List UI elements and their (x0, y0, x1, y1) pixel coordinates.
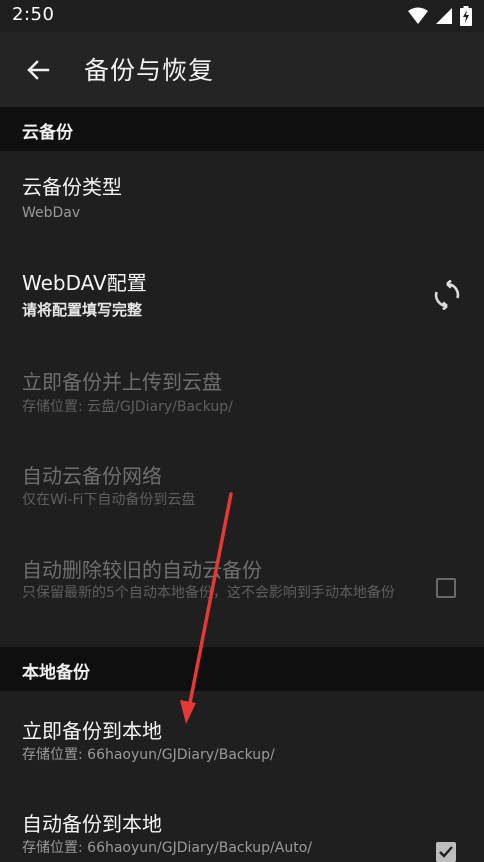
pref-auto-cloud-network: 自动云备份网络 仅在Wi-Fi下自动备份到云盘 (0, 433, 484, 527)
signal-icon (436, 8, 452, 24)
pref-webdav-config-title: WebDAV配置 (22, 271, 147, 295)
battery-charging-icon (460, 6, 472, 26)
pref-auto-delete-cloud: 自动删除较旧的自动云备份 只保留最新的5个自动本地备份，这不会影响到手动本地备份 (0, 527, 484, 647)
sync-icon[interactable] (432, 280, 462, 310)
check-icon (439, 846, 453, 858)
pref-backup-local-title: 立即备份到本地 (22, 719, 162, 743)
wifi-icon (408, 7, 428, 24)
pref-cloud-backup-type[interactable]: 云备份类型 WebDav (0, 151, 484, 245)
pref-backup-local[interactable]: 立即备份到本地 存储位置: 66haoyun/GJDiary/Backup/ (0, 693, 484, 786)
pref-webdav-config-summary: 请将配置填写完整 (22, 301, 143, 319)
auto-delete-checkbox[interactable] (436, 578, 456, 598)
pref-webdav-config[interactable]: WebDAV配置 请将配置填写完整 (0, 245, 484, 339)
pref-auto-backup-local-title: 自动备份到本地 (22, 812, 162, 836)
page-title: 备份与恢复 (84, 56, 215, 85)
status-icons (408, 6, 472, 26)
pref-backup-upload-cloud-summary: 存储位置: 云盘/GJDiary/Backup/ (22, 399, 233, 415)
auto-backup-local-checkbox[interactable] (436, 842, 456, 862)
pref-auto-cloud-network-title: 自动云备份网络 (22, 464, 162, 488)
pref-auto-delete-cloud-summary: 只保留最新的5个自动本地备份，这不会影响到手动本地备份 (22, 585, 395, 601)
pref-auto-delete-cloud-title: 自动删除较旧的自动云备份 (22, 558, 262, 582)
pref-backup-upload-cloud: 立即备份并上传到云盘 存储位置: 云盘/GJDiary/Backup/ (0, 339, 484, 433)
toolbar: 备份与恢复 (0, 32, 484, 107)
section-header-cloud-label: 云备份 (22, 123, 73, 143)
pref-auto-backup-local[interactable]: 自动备份到本地 存储位置: 66haoyun/GJDiary/Backup/Au… (0, 786, 484, 862)
section-header-local-label: 本地备份 (22, 663, 90, 683)
back-button[interactable] (22, 54, 54, 86)
status-bar: 2:50 (0, 0, 484, 32)
status-time: 2:50 (12, 4, 55, 25)
pref-auto-backup-local-summary: 存储位置: 66haoyun/GJDiary/Backup/Auto/ (22, 840, 312, 856)
pref-cloud-backup-type-summary: WebDav (22, 205, 81, 221)
section-header-local: 本地备份 (0, 647, 484, 691)
pref-backup-upload-cloud-title: 立即备份并上传到云盘 (22, 370, 222, 394)
pref-cloud-backup-type-title: 云备份类型 (22, 175, 122, 199)
pref-backup-local-summary: 存储位置: 66haoyun/GJDiary/Backup/ (22, 747, 275, 763)
section-header-cloud: 云备份 (0, 107, 484, 151)
back-arrow-icon (27, 60, 50, 80)
pref-auto-cloud-network-summary: 仅在Wi-Fi下自动备份到云盘 (22, 492, 196, 508)
